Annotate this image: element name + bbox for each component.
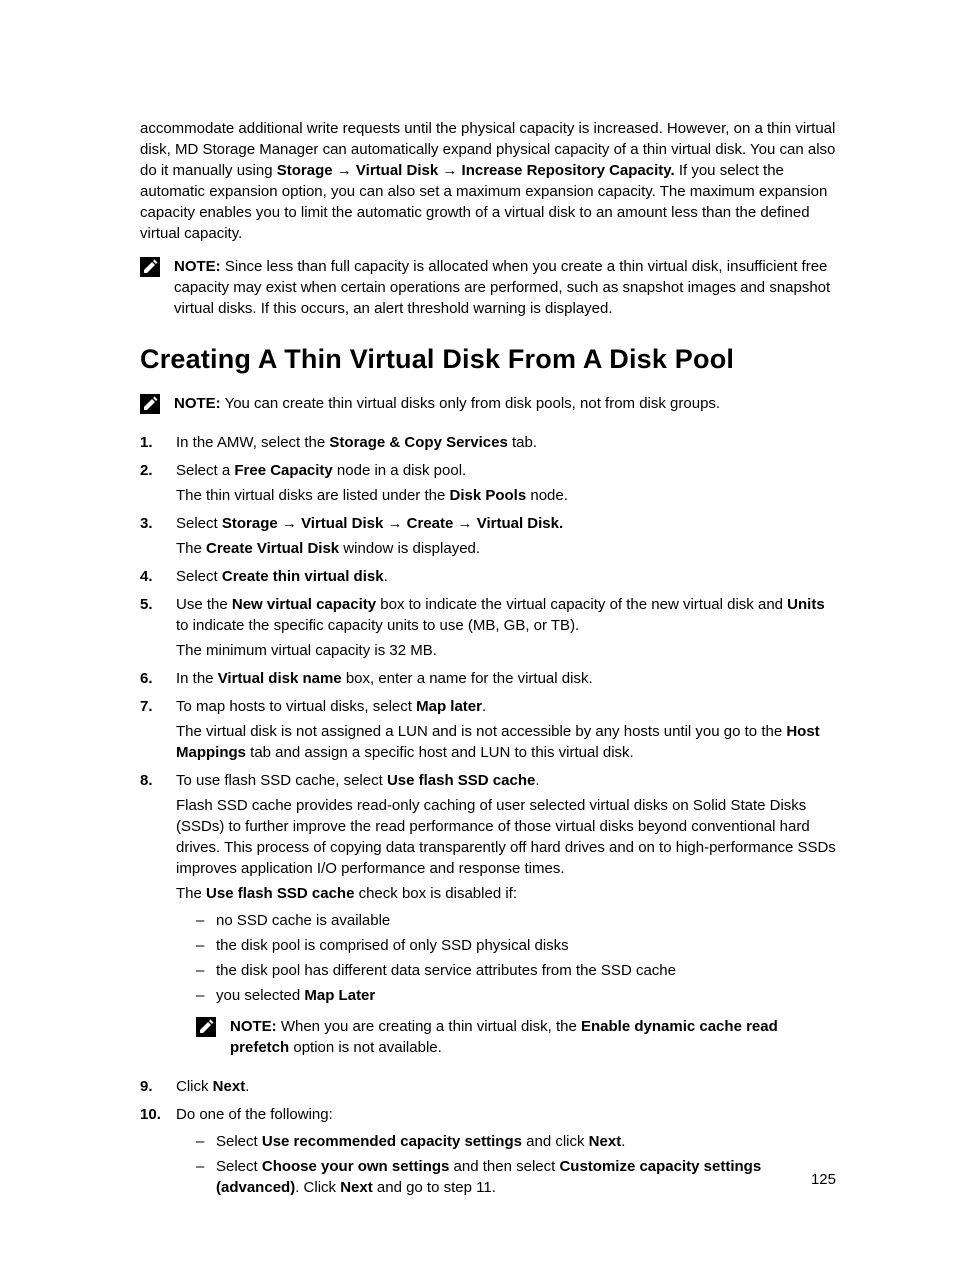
step-6: In the Virtual disk name box, enter a na… [140,668,836,689]
note-2-label: NOTE: [174,395,221,412]
note-2-text: NOTE: You can create thin virtual disks … [174,393,836,414]
dash-item: the disk pool is comprised of only SSD p… [196,935,836,956]
step-9: Click Next. [140,1076,836,1097]
section-heading: Creating A Thin Virtual Disk From A Disk… [140,341,836,379]
step-8-note: NOTE: When you are creating a thin virtu… [196,1016,836,1058]
step-7: To map hosts to virtual disks, select Ma… [140,696,836,763]
note-pencil-icon [196,1017,216,1037]
step-7-sub: The virtual disk is not assigned a LUN a… [176,721,836,763]
dash-item: no SSD cache is available [196,910,836,931]
step-1: In the AMW, select the Storage & Copy Se… [140,432,836,453]
step-8: To use flash SSD cache, select Use flash… [140,770,836,1058]
dash-item: the disk pool has different data service… [196,960,836,981]
step-8-dashes: no SSD cache is available the disk pool … [196,910,836,1006]
dash-item: you selected Map Later [196,985,836,1006]
note-pencil-icon [140,257,160,277]
dash-item: Select Use recommended capacity settings… [196,1131,836,1152]
step-2-sub: The thin virtual disks are listed under … [176,485,836,506]
step-8-note-text: NOTE: When you are creating a thin virtu… [230,1016,836,1058]
document-page: accommodate additional write requests un… [0,0,954,1268]
step-3: Select Storage → Virtual Disk → Create →… [140,513,836,559]
note-1-text: NOTE: Since less than full capacity is a… [174,256,836,319]
procedure-steps: In the AMW, select the Storage & Copy Se… [140,432,836,1198]
step-8-p3: The Use flash SSD cache check box is dis… [176,883,836,904]
note-block-1: NOTE: Since less than full capacity is a… [140,256,836,319]
step-4: Select Create thin virtual disk. [140,566,836,587]
step-5-sub: The minimum virtual capacity is 32 MB. [176,640,836,661]
step-3-sub: The Create Virtual Disk window is displa… [176,538,836,559]
intro-paragraph: accommodate additional write requests un… [140,118,836,244]
note-1-body: Since less than full capacity is allocat… [174,258,830,317]
step-10: Do one of the following: Select Use reco… [140,1104,836,1198]
page-number: 125 [811,1169,836,1190]
note-1-label: NOTE: [174,258,221,275]
step-5: Use the New virtual capacity box to indi… [140,594,836,661]
step-10-dashes: Select Use recommended capacity settings… [196,1131,836,1198]
intro-menu-path: Storage → Virtual Disk → Increase Reposi… [277,162,675,179]
step-2: Select a Free Capacity node in a disk po… [140,460,836,506]
note-2-body: You can create thin virtual disks only f… [221,395,720,412]
step-8-p2: Flash SSD cache provides read-only cachi… [176,795,836,879]
note-block-2: NOTE: You can create thin virtual disks … [140,393,836,414]
dash-item: Select Choose your own settings and then… [196,1156,836,1198]
note-pencil-icon [140,394,160,414]
